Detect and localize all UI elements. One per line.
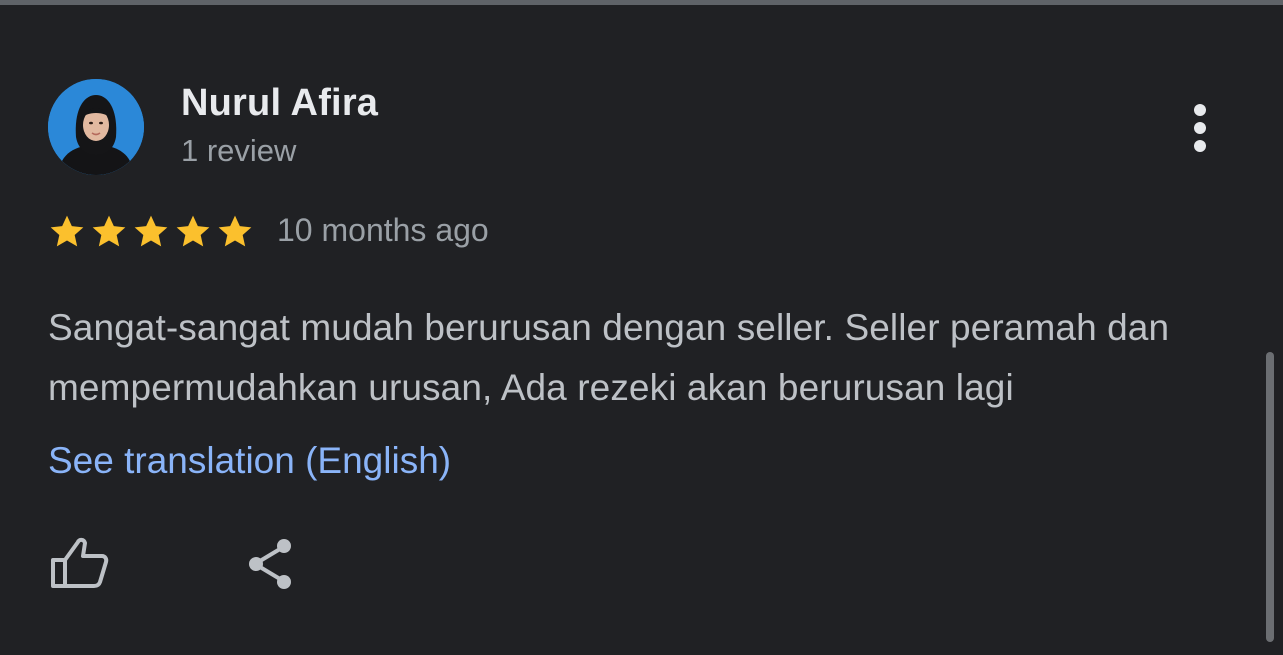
review-card: Nurul Afira 1 review 10 months ago Sanga… — [0, 0, 1283, 655]
star-icon — [50, 215, 84, 247]
more-vert-icon — [1194, 104, 1206, 152]
review-count: 1 review — [181, 133, 297, 168]
star-rating — [46, 212, 256, 252]
review-date: 10 months ago — [277, 212, 489, 248]
reviewer-name[interactable]: Nurul Afira — [181, 82, 378, 125]
scrollbar-thumb[interactable] — [1266, 352, 1274, 642]
star-icon — [134, 215, 168, 247]
review-text: Sangat-sangat mudah berurusan dengan sel… — [48, 307, 1170, 408]
share-icon — [249, 539, 291, 589]
like-button[interactable] — [48, 532, 112, 596]
star-icon — [92, 215, 126, 247]
more-options-button[interactable] — [1176, 96, 1224, 160]
avatar-image — [48, 79, 144, 175]
star-icon — [176, 215, 210, 247]
thumb-up-icon — [51, 537, 109, 588]
top-divider — [0, 0, 1283, 5]
star-icon — [218, 215, 252, 247]
avatar[interactable] — [48, 79, 144, 175]
see-translation-link[interactable]: See translation (English) — [48, 440, 451, 482]
share-button[interactable] — [240, 532, 304, 596]
